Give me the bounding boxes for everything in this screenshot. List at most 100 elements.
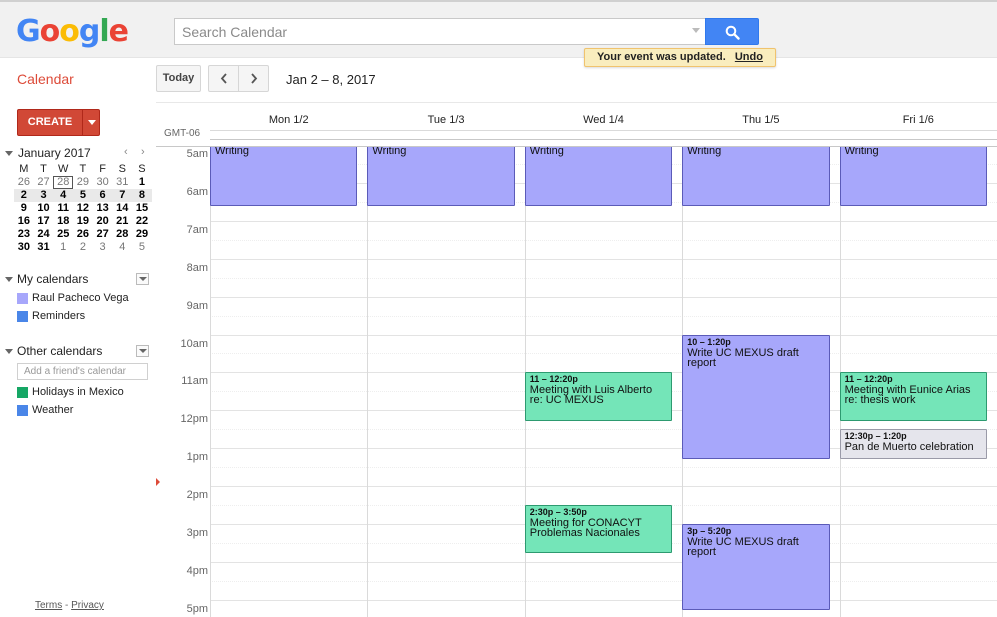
mini-prev-month-button[interactable]: ‹ <box>124 146 128 158</box>
mini-calendar-day[interactable]: 15 <box>132 202 152 215</box>
create-dropdown-icon[interactable] <box>82 110 100 135</box>
mini-calendar-day[interactable]: 7 <box>112 189 133 202</box>
calendar-event[interactable]: 10 – 1:20p Write UC MEXUS draft report <box>682 334 830 459</box>
mini-calendar-day[interactable]: 3 <box>93 241 113 254</box>
today-button[interactable]: Today <box>156 65 201 92</box>
create-button[interactable]: CREATE <box>17 109 100 136</box>
mini-calendar-day[interactable]: 8 <box>132 189 152 202</box>
day-header[interactable]: Thu 1/5 <box>682 114 839 126</box>
logo-letter: g <box>78 14 101 49</box>
my-calendars-menu-button[interactable] <box>136 273 149 285</box>
other-calendars-header[interactable]: Other calendars <box>4 344 152 360</box>
all-day-row[interactable] <box>210 130 997 140</box>
weekday-label: T <box>79 163 87 175</box>
date-range-label: Jan 2 – 8, 2017 <box>286 72 376 87</box>
hour-gridline <box>210 561 997 563</box>
next-week-button[interactable] <box>238 65 269 92</box>
mini-calendar-day[interactable]: 2 <box>73 241 93 254</box>
mini-calendar-day[interactable]: 1 <box>132 176 152 189</box>
terms-link[interactable]: Terms <box>35 600 62 611</box>
search-options-icon[interactable] <box>692 28 700 33</box>
add-friend-calendar-input[interactable] <box>17 363 148 380</box>
calendar-event[interactable]: 5 – 6:50Writing <box>682 147 830 206</box>
notice-message: Your event was updated. <box>597 51 726 63</box>
search-button[interactable] <box>705 18 759 45</box>
my-calendars-label[interactable]: My calendars <box>17 272 88 286</box>
hour-label: 1pm <box>186 451 208 464</box>
weekday-label: T <box>40 163 47 175</box>
hours-area[interactable]: 5am 6am 7am 8am 9am 10am 11am 12pm 1pm 2pm 3pm 4pm 5… <box>156 146 997 617</box>
mini-calendar-day[interactable]: 26 <box>73 228 93 241</box>
mini-calendar-day[interactable]: 14 <box>112 202 132 215</box>
hour-gridline <box>210 334 997 336</box>
calendar-name: Holidays in Mexico <box>32 386 124 398</box>
mini-calendar-day[interactable]: 31 <box>112 176 132 189</box>
hour-gridline <box>210 486 997 488</box>
search-icon <box>725 25 740 40</box>
mini-calendar-day[interactable]: 31 <box>34 241 54 254</box>
mini-calendar-day[interactable]: 30 <box>93 176 113 189</box>
mini-calendar-day[interactable]: 11 <box>53 202 73 215</box>
mini-calendar-day[interactable]: 23 <box>14 228 34 241</box>
hour-label: 3pm <box>186 527 208 539</box>
mini-calendar-day[interactable]: 5 <box>132 241 152 254</box>
mini-calendar-title[interactable]: January 2017 <box>18 146 91 160</box>
mini-calendar-day[interactable]: 13 <box>93 202 113 215</box>
calendar-event[interactable]: 5 – 6:50Writing <box>524 147 673 206</box>
mini-calendar-day[interactable]: 24 <box>34 228 54 241</box>
mini-calendar-day[interactable]: 22 <box>132 215 152 228</box>
day-header[interactable]: Fri 1/6 <box>840 114 997 126</box>
calendar-event[interactable]: 3p – 5:20p Write UC MEXUS draft report <box>682 524 830 611</box>
privacy-link[interactable]: Privacy <box>71 600 104 611</box>
undo-link[interactable]: Undo <box>735 51 763 63</box>
calendar-event[interactable]: 5 – 6:50Writing <box>210 147 358 206</box>
mini-calendar-day[interactable]: 30 <box>14 241 34 254</box>
previous-week-button[interactable] <box>208 65 239 92</box>
calendar-event[interactable]: 2:30p – 3:50p Meeting for CONACYT Problem… <box>524 505 673 554</box>
mini-calendar-day[interactable]: 6 <box>92 189 113 202</box>
mini-calendar-day[interactable]: 4 <box>53 189 74 202</box>
calendar-event[interactable]: 5 – 6:50Writing <box>367 146 515 206</box>
mini-calendar-day[interactable]: 20 <box>93 215 113 228</box>
app-title[interactable]: Calendar <box>17 71 74 87</box>
mini-calendar-day[interactable]: 29 <box>132 228 152 241</box>
mini-calendar-day[interactable]: 5 <box>73 189 93 202</box>
mini-calendar-day[interactable]: 21 <box>112 215 132 228</box>
collapse-triangle-icon[interactable] <box>5 151 13 156</box>
google-logo[interactable]: Google <box>16 14 129 49</box>
day-header[interactable]: Tue 1/3 <box>367 114 524 126</box>
collapse-triangle-icon[interactable] <box>5 277 13 282</box>
event-title: Writing <box>372 146 407 157</box>
mini-calendar-day[interactable]: 26 <box>14 176 34 189</box>
calendar-event[interactable]: 5 – 6:50Writing <box>839 147 987 206</box>
mini-calendar-day[interactable]: 17 <box>34 215 54 228</box>
calendar-event[interactable]: 12:30p – 1:20p Pan de Muerto celebration <box>839 429 987 459</box>
mini-calendar-day[interactable]: 28 <box>112 228 132 241</box>
my-calendars-header[interactable]: My calendars <box>4 272 152 288</box>
calendar-event[interactable]: 11 – 12:20p Meeting with Eunice Arias re:… <box>839 372 987 421</box>
mini-calendar-day[interactable]: 27 <box>34 176 54 189</box>
mini-calendar-day[interactable]: 28 <box>53 176 74 189</box>
mini-calendar-day[interactable]: 4 <box>112 241 132 254</box>
mini-calendar-day[interactable]: 12 <box>73 202 93 215</box>
search-input[interactable] <box>175 19 706 44</box>
other-calendars-menu-button[interactable] <box>136 345 149 357</box>
calendar-event[interactable]: 11 – 12:20p Meeting with Luis Alberto re:… <box>524 372 673 421</box>
mini-calendar-day[interactable]: 3 <box>33 189 54 202</box>
day-header[interactable]: Mon 1/2 <box>210 114 367 126</box>
mini-calendar-day[interactable]: 1 <box>53 241 73 254</box>
mini-calendar-day[interactable]: 25 <box>53 228 73 241</box>
mini-calendar-day[interactable]: 16 <box>14 215 34 228</box>
mini-calendar-day[interactable]: 19 <box>73 215 93 228</box>
day-header[interactable]: Wed 1/4 <box>525 114 682 126</box>
collapse-triangle-icon[interactable] <box>5 349 13 354</box>
hour-label: 6am <box>186 185 208 198</box>
mini-next-month-button[interactable]: › <box>141 146 145 158</box>
mini-calendar-day[interactable]: 29 <box>73 176 93 189</box>
mini-calendar-day[interactable]: 2 <box>14 189 34 202</box>
other-calendars-label[interactable]: Other calendars <box>17 344 102 358</box>
mini-calendar-day[interactable]: 9 <box>14 202 34 215</box>
mini-calendar-day[interactable]: 10 <box>34 202 54 215</box>
mini-calendar-day[interactable]: 27 <box>93 228 113 241</box>
mini-calendar-day[interactable]: 18 <box>53 215 73 228</box>
